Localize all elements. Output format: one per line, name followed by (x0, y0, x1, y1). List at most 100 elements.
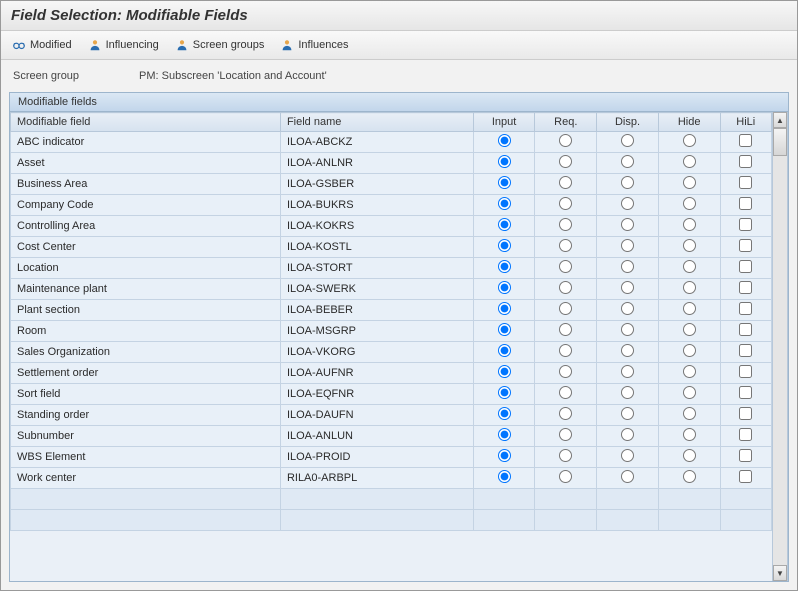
hili-checkbox[interactable] (739, 281, 752, 294)
req-radio[interactable] (559, 197, 572, 210)
input-radio[interactable] (498, 344, 511, 357)
hide-radio[interactable] (683, 386, 696, 399)
disp-radio[interactable] (621, 344, 634, 357)
req-radio[interactable] (559, 323, 572, 336)
disp-radio[interactable] (621, 260, 634, 273)
req-radio[interactable] (559, 365, 572, 378)
col-hili[interactable]: HiLi (720, 113, 772, 132)
hili-checkbox[interactable] (739, 176, 752, 189)
hili-checkbox[interactable] (739, 344, 752, 357)
req-radio[interactable] (559, 155, 572, 168)
disp-radio[interactable] (621, 176, 634, 189)
hili-checkbox[interactable] (739, 407, 752, 420)
hide-radio[interactable] (683, 323, 696, 336)
req-radio[interactable] (559, 386, 572, 399)
hili-checkbox[interactable] (739, 302, 752, 315)
req-radio[interactable] (559, 281, 572, 294)
hide-radio[interactable] (683, 197, 696, 210)
disp-radio[interactable] (621, 302, 634, 315)
hili-checkbox[interactable] (739, 239, 752, 252)
input-radio[interactable] (498, 155, 511, 168)
disp-radio[interactable] (621, 386, 634, 399)
hili-checkbox[interactable] (739, 134, 752, 147)
req-radio[interactable] (559, 218, 572, 231)
scroll-up-button[interactable]: ▲ (773, 112, 787, 128)
input-radio[interactable] (498, 239, 511, 252)
col-req[interactable]: Req. (535, 113, 597, 132)
disp-radio[interactable] (621, 197, 634, 210)
col-input[interactable]: Input (473, 113, 535, 132)
disp-radio[interactable] (621, 323, 634, 336)
disp-radio[interactable] (621, 281, 634, 294)
col-disp[interactable]: Disp. (597, 113, 659, 132)
req-radio[interactable] (559, 470, 572, 483)
col-hide[interactable]: Hide (658, 113, 720, 132)
col-modifiable-field[interactable]: Modifiable field (11, 113, 281, 132)
vertical-scrollbar[interactable]: ▲ ▼ (772, 112, 788, 581)
influences-button[interactable]: Influences (275, 35, 357, 55)
hili-checkbox[interactable] (739, 449, 752, 462)
input-radio[interactable] (498, 428, 511, 441)
hide-radio[interactable] (683, 260, 696, 273)
disp-radio[interactable] (621, 239, 634, 252)
hili-checkbox[interactable] (739, 197, 752, 210)
hide-radio[interactable] (683, 470, 696, 483)
hide-radio[interactable] (683, 365, 696, 378)
input-radio[interactable] (498, 197, 511, 210)
input-radio[interactable] (498, 281, 511, 294)
hili-checkbox[interactable] (739, 323, 752, 336)
hide-radio[interactable] (683, 155, 696, 168)
col-field-name[interactable]: Field name (280, 113, 473, 132)
hide-radio[interactable] (683, 407, 696, 420)
hili-checkbox[interactable] (739, 260, 752, 273)
hili-checkbox[interactable] (739, 218, 752, 231)
input-radio[interactable] (498, 260, 511, 273)
hide-radio[interactable] (683, 344, 696, 357)
input-radio[interactable] (498, 134, 511, 147)
hili-checkbox[interactable] (739, 386, 752, 399)
disp-radio[interactable] (621, 449, 634, 462)
hili-checkbox[interactable] (739, 155, 752, 168)
hide-radio[interactable] (683, 302, 696, 315)
hide-radio[interactable] (683, 176, 696, 189)
req-radio[interactable] (559, 302, 572, 315)
hili-checkbox[interactable] (739, 365, 752, 378)
disp-radio[interactable] (621, 470, 634, 483)
hide-radio[interactable] (683, 449, 696, 462)
req-radio[interactable] (559, 449, 572, 462)
hide-radio[interactable] (683, 218, 696, 231)
input-radio[interactable] (498, 218, 511, 231)
hide-radio[interactable] (683, 239, 696, 252)
input-radio[interactable] (498, 449, 511, 462)
modified-button[interactable]: Modified (7, 35, 81, 55)
scroll-track[interactable] (773, 128, 787, 565)
req-radio[interactable] (559, 260, 572, 273)
disp-radio[interactable] (621, 407, 634, 420)
hili-checkbox[interactable] (739, 428, 752, 441)
hide-radio[interactable] (683, 281, 696, 294)
req-radio[interactable] (559, 428, 572, 441)
scroll-thumb[interactable] (773, 128, 787, 156)
scroll-down-button[interactable]: ▼ (773, 565, 787, 581)
input-radio[interactable] (498, 302, 511, 315)
req-radio[interactable] (559, 134, 572, 147)
input-radio[interactable] (498, 470, 511, 483)
input-radio[interactable] (498, 407, 511, 420)
screen-groups-button[interactable]: Screen groups (170, 35, 274, 55)
hide-radio[interactable] (683, 428, 696, 441)
input-radio[interactable] (498, 386, 511, 399)
hili-checkbox[interactable] (739, 470, 752, 483)
disp-radio[interactable] (621, 365, 634, 378)
req-radio[interactable] (559, 176, 572, 189)
input-radio[interactable] (498, 365, 511, 378)
influencing-button[interactable]: Influencing (83, 35, 168, 55)
hide-radio[interactable] (683, 134, 696, 147)
req-radio[interactable] (559, 344, 572, 357)
req-radio[interactable] (559, 407, 572, 420)
req-radio[interactable] (559, 239, 572, 252)
disp-radio[interactable] (621, 218, 634, 231)
input-radio[interactable] (498, 176, 511, 189)
input-radio[interactable] (498, 323, 511, 336)
disp-radio[interactable] (621, 134, 634, 147)
disp-radio[interactable] (621, 428, 634, 441)
